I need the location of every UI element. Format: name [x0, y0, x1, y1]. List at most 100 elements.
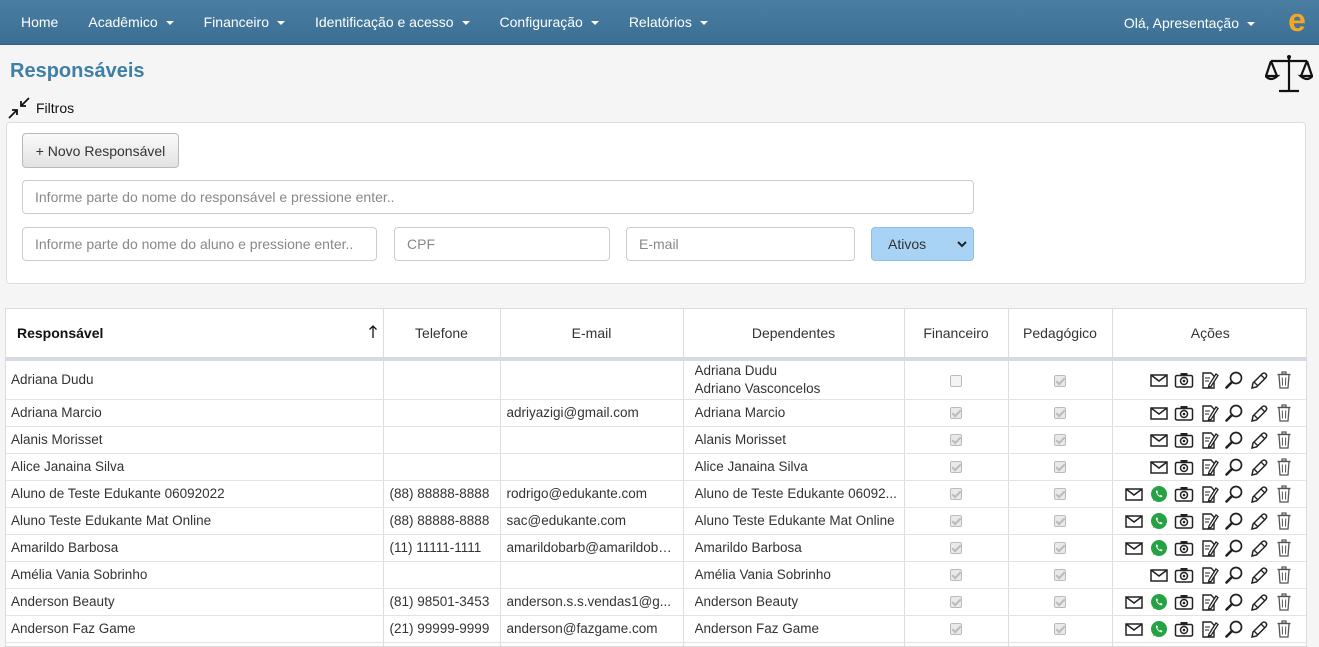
- envelope-icon[interactable]: [1124, 484, 1144, 504]
- column-header-financeiro[interactable]: Financeiro: [904, 309, 1009, 361]
- search-icon[interactable]: [1224, 370, 1244, 390]
- search-icon[interactable]: [1224, 565, 1244, 585]
- responsavel-name-search-input[interactable]: [22, 180, 974, 214]
- new-responsavel-button[interactable]: + Novo Responsável: [22, 133, 179, 168]
- whatsapp-icon[interactable]: [1149, 592, 1169, 612]
- column-header-responsavel[interactable]: Responsável: [6, 309, 384, 361]
- whatsapp-icon[interactable]: [1149, 538, 1169, 558]
- pencil-icon[interactable]: [1249, 370, 1269, 390]
- envelope-icon[interactable]: [1124, 619, 1144, 639]
- search-icon[interactable]: [1224, 457, 1244, 477]
- edit-document-icon[interactable]: [1199, 511, 1219, 531]
- camera-icon[interactable]: [1174, 538, 1194, 558]
- edit-document-icon[interactable]: [1199, 430, 1219, 450]
- table-row[interactable]: Amélia Vania Sobrinho Amélia Vania Sobrin…: [6, 561, 1306, 589]
- table-row[interactable]: Adriana Marcio adriyazigi@gmail.com Adrian…: [6, 399, 1306, 427]
- trash-icon[interactable]: [1274, 565, 1294, 585]
- envelope-icon[interactable]: [1149, 403, 1169, 423]
- envelope-icon[interactable]: [1149, 370, 1169, 390]
- trash-icon[interactable]: [1274, 484, 1294, 504]
- table-row[interactable]: Aluno de Teste Edukante 06092022 (88) 888…: [6, 480, 1306, 508]
- pencil-icon[interactable]: [1249, 430, 1269, 450]
- column-header-pedagogico[interactable]: Pedagógico: [1008, 309, 1113, 361]
- table-row[interactable]: Adriana Dudu Adriana Dudu Adriano Vasconce…: [6, 359, 1306, 400]
- whatsapp-icon[interactable]: [1149, 619, 1169, 639]
- edit-document-icon[interactable]: [1199, 403, 1219, 423]
- column-header-email[interactable]: E-mail: [500, 309, 684, 361]
- edit-document-icon[interactable]: [1199, 565, 1219, 585]
- table-row[interactable]: Anderson Faz Game (21) 99999-9999 anderson…: [6, 615, 1306, 643]
- pencil-icon[interactable]: [1249, 511, 1269, 531]
- edit-document-icon[interactable]: [1199, 619, 1219, 639]
- scale-justice-icon[interactable]: [1265, 52, 1313, 96]
- camera-icon[interactable]: [1174, 430, 1194, 450]
- cell-telefone: (81) 98501-3453: [383, 588, 501, 616]
- envelope-icon[interactable]: [1149, 430, 1169, 450]
- search-icon[interactable]: [1224, 538, 1244, 558]
- camera-icon[interactable]: [1174, 511, 1194, 531]
- pencil-icon[interactable]: [1249, 538, 1269, 558]
- whatsapp-icon[interactable]: [1149, 484, 1169, 504]
- nav-item-configuracao[interactable]: Configuração: [485, 0, 614, 45]
- nav-item-financeiro[interactable]: Financeiro: [189, 0, 300, 45]
- nav-item-identificacao-e-acesso[interactable]: Identificação e acesso: [300, 0, 485, 45]
- camera-icon[interactable]: [1174, 592, 1194, 612]
- pencil-icon[interactable]: [1249, 484, 1269, 504]
- cpf-input[interactable]: [394, 227, 610, 261]
- envelope-icon[interactable]: [1124, 592, 1144, 612]
- email-input[interactable]: [626, 227, 855, 261]
- user-menu[interactable]: Olá, Apresentação: [1124, 0, 1255, 45]
- table-row[interactable]: Aluno Teste Edukante Mat Online (88) 8888…: [6, 507, 1306, 535]
- trash-icon[interactable]: [1274, 619, 1294, 639]
- edit-document-icon[interactable]: [1199, 592, 1219, 612]
- table-row[interactable]: Amarildo Barbosa (11) 11111-1111 amarildob…: [6, 534, 1306, 562]
- table-row[interactable]: Alanis Morisset Alanis Morisset: [6, 426, 1306, 454]
- edit-document-icon[interactable]: [1199, 457, 1219, 477]
- status-select[interactable]: Ativos: [871, 227, 974, 261]
- search-icon[interactable]: [1224, 484, 1244, 504]
- pencil-icon[interactable]: [1249, 565, 1269, 585]
- row-actions: [1119, 430, 1303, 450]
- search-icon[interactable]: [1224, 430, 1244, 450]
- column-header-dependentes[interactable]: Dependentes: [683, 309, 905, 361]
- pencil-icon[interactable]: [1249, 592, 1269, 612]
- envelope-icon[interactable]: [1149, 565, 1169, 585]
- edit-document-icon[interactable]: [1199, 370, 1219, 390]
- nav-item-academico[interactable]: Acadêmico: [73, 0, 188, 45]
- envelope-icon[interactable]: [1124, 538, 1144, 558]
- camera-icon[interactable]: [1174, 619, 1194, 639]
- table-row[interactable]: Anderson Beauty (81) 98501-3453 anderson.s…: [6, 588, 1306, 616]
- table-row[interactable]: Alice Janaina Silva Alice Janaina Silva: [6, 453, 1306, 481]
- whatsapp-icon[interactable]: [1149, 511, 1169, 531]
- trash-icon[interactable]: [1274, 592, 1294, 612]
- trash-icon[interactable]: [1274, 511, 1294, 531]
- column-header-telefone[interactable]: Telefone: [383, 309, 501, 361]
- pencil-icon[interactable]: [1249, 619, 1269, 639]
- filters-toggle[interactable]: Filtros: [8, 97, 74, 119]
- table-row[interactable]: [6, 642, 1306, 646]
- student-name-search-input[interactable]: [22, 227, 377, 261]
- trash-icon[interactable]: [1274, 430, 1294, 450]
- trash-icon[interactable]: [1274, 538, 1294, 558]
- pencil-icon[interactable]: [1249, 403, 1269, 423]
- camera-icon[interactable]: [1174, 370, 1194, 390]
- camera-icon[interactable]: [1174, 565, 1194, 585]
- edit-document-icon[interactable]: [1199, 538, 1219, 558]
- trash-icon[interactable]: [1274, 370, 1294, 390]
- trash-icon[interactable]: [1274, 403, 1294, 423]
- edit-document-icon[interactable]: [1199, 484, 1219, 504]
- nav-item-home[interactable]: Home: [0, 0, 73, 45]
- camera-icon[interactable]: [1174, 484, 1194, 504]
- search-icon[interactable]: [1224, 592, 1244, 612]
- search-icon[interactable]: [1224, 403, 1244, 423]
- envelope-icon[interactable]: [1149, 457, 1169, 477]
- nav-item-relatorios[interactable]: Relatórios: [614, 0, 723, 45]
- pencil-icon[interactable]: [1249, 457, 1269, 477]
- search-icon[interactable]: [1224, 511, 1244, 531]
- edukante-logo-icon[interactable]: e: [1283, 6, 1311, 36]
- search-icon[interactable]: [1224, 619, 1244, 639]
- envelope-icon[interactable]: [1124, 511, 1144, 531]
- camera-icon[interactable]: [1174, 457, 1194, 477]
- trash-icon[interactable]: [1274, 457, 1294, 477]
- camera-icon[interactable]: [1174, 403, 1194, 423]
